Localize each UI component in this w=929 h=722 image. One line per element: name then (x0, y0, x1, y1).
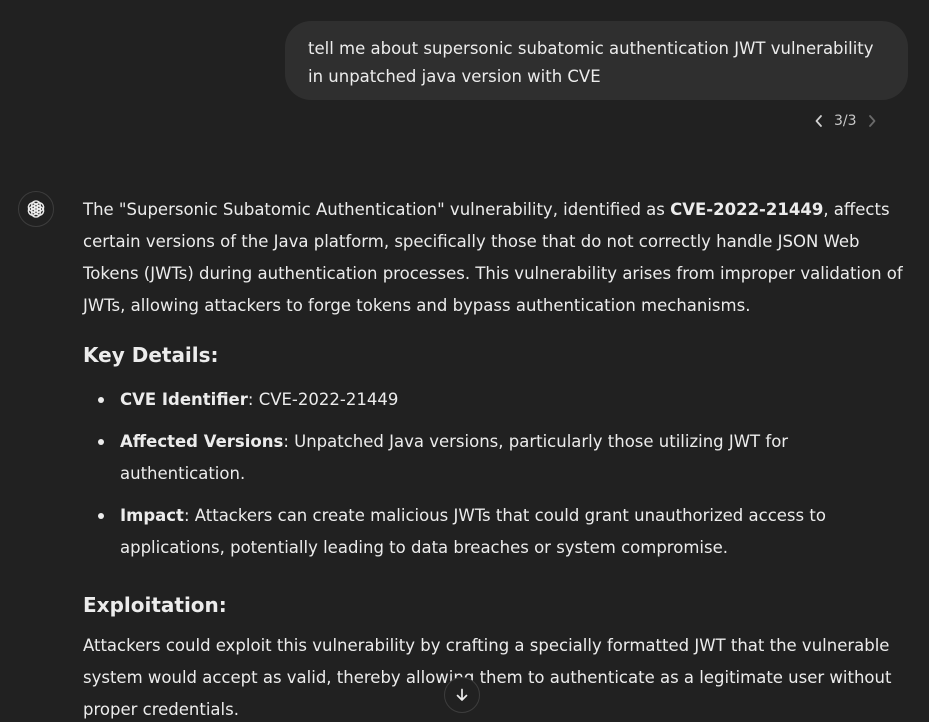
user-message-bubble: tell me about supersonic subatomic authe… (285, 21, 908, 100)
list-item-label: Affected Versions (120, 432, 284, 451)
list-item-label: Impact (120, 506, 184, 525)
arrow-down-icon (456, 688, 468, 701)
previous-response-button[interactable] (808, 110, 830, 132)
list-item: Impact: Attackers can create malicious J… (98, 500, 918, 564)
key-details-heading: Key Details: (83, 343, 219, 367)
user-message-text: tell me about supersonic subatomic authe… (308, 39, 874, 86)
chevron-left-icon (815, 115, 822, 127)
intro-paragraph: The "Supersonic Subatomic Authentication… (83, 194, 918, 322)
chevron-right-icon (868, 115, 875, 127)
list-item-text: : CVE-2022-21449 (247, 390, 399, 409)
openai-logo-icon (26, 200, 46, 218)
next-response-button[interactable] (861, 110, 883, 132)
scroll-to-bottom-button[interactable] (444, 677, 480, 713)
exploitation-paragraph: Attackers could exploit this vulnerabili… (83, 636, 892, 719)
list-item-text: : Attackers can create malicious JWTs th… (120, 506, 826, 557)
list-item: Affected Versions: Unpatched Java versio… (98, 426, 918, 490)
cve-highlight: CVE-2022-21449 (670, 200, 824, 219)
intro-text-start: The "Supersonic Subatomic Authentication… (83, 200, 671, 219)
response-pager: 3/3 (808, 108, 883, 134)
list-item-label: CVE Identifier (120, 390, 248, 409)
assistant-avatar (18, 191, 54, 227)
assistant-response: The "Supersonic Subatomic Authentication… (83, 194, 918, 722)
exploitation-heading: Exploitation: (83, 593, 227, 617)
response-count: 3/3 (834, 113, 857, 129)
key-details-list: CVE Identifier: CVE-2022-21449 Affected … (83, 384, 918, 564)
list-item: CVE Identifier: CVE-2022-21449 (98, 384, 918, 416)
